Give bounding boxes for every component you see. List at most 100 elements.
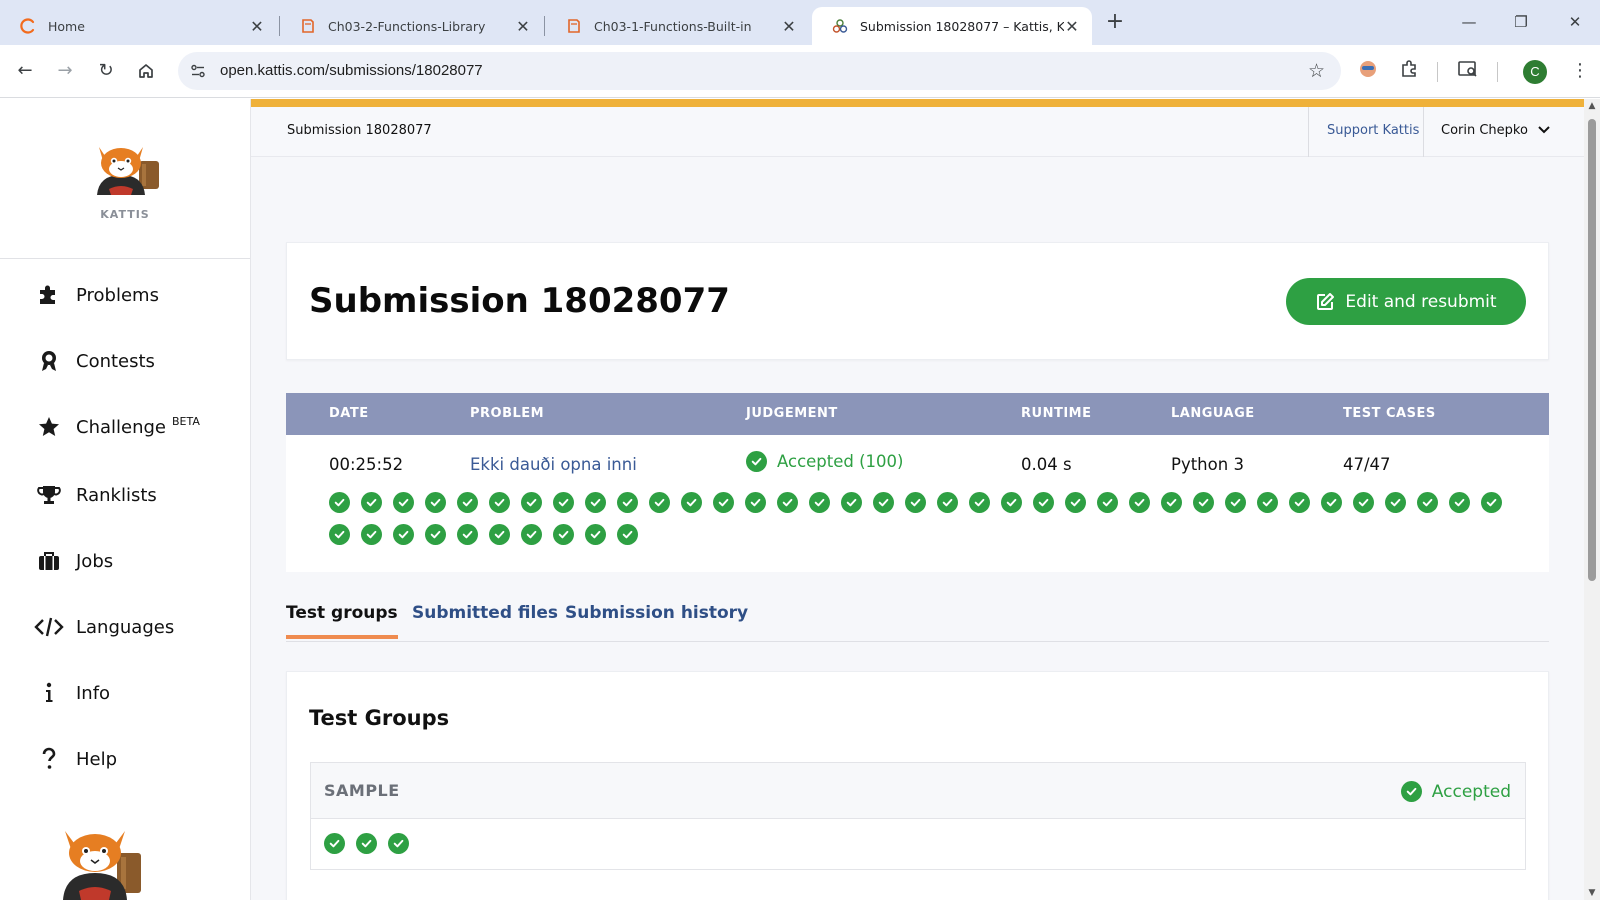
test-case-check-icon[interactable]	[361, 492, 382, 513]
home-icon[interactable]	[133, 58, 159, 84]
test-case-check-icon[interactable]	[553, 524, 574, 545]
test-case-check-icon[interactable]	[809, 492, 830, 513]
more-menu-icon[interactable]: ⋮	[1568, 59, 1592, 83]
new-tab-button[interactable]: +	[1103, 11, 1127, 35]
sidebar-item-jobs[interactable]: Jobs	[34, 545, 113, 577]
test-case-check-icon[interactable]	[585, 524, 606, 545]
brand[interactable]: KATTIS	[0, 99, 250, 259]
test-case-check-icon[interactable]	[324, 833, 345, 854]
page-scrollbar[interactable]: ▲ ▼	[1584, 99, 1600, 900]
test-case-check-icon[interactable]	[1353, 492, 1374, 513]
scroll-up-icon[interactable]: ▲	[1587, 101, 1597, 111]
test-case-check-icon[interactable]	[1385, 492, 1406, 513]
browser-tab-submission[interactable]: Submission 18028077 – Kattis, Kattis ✕	[812, 7, 1092, 45]
test-case-check-icon[interactable]	[873, 492, 894, 513]
test-case-check-icon[interactable]	[521, 492, 542, 513]
sidebar-item-ranklists[interactable]: Ranklists	[34, 479, 157, 511]
test-case-check-icon[interactable]	[489, 492, 510, 513]
profile-avatar[interactable]: C	[1523, 60, 1547, 84]
test-case-check-icon[interactable]	[1193, 492, 1214, 513]
test-case-check-icon[interactable]	[649, 492, 670, 513]
tab-submission-history[interactable]: Submission history	[565, 603, 748, 635]
test-case-check-icon[interactable]	[329, 492, 350, 513]
test-case-check-icon[interactable]	[1161, 492, 1182, 513]
window-close-icon[interactable]: ✕	[1560, 8, 1590, 36]
minimize-icon[interactable]: —	[1454, 8, 1484, 36]
sidebar-item-contests[interactable]: Contests	[34, 345, 155, 377]
test-case-check-icon[interactable]	[1001, 492, 1022, 513]
test-case-check-icon[interactable]	[553, 492, 574, 513]
test-case-check-icon[interactable]	[777, 492, 798, 513]
browser-tab-ch03-2[interactable]: Ch03-2-Functions-Library ✕	[280, 7, 543, 45]
edit-and-resubmit-button[interactable]: Edit and resubmit	[1286, 278, 1526, 325]
test-case-check-icon[interactable]	[425, 524, 446, 545]
scroll-down-icon[interactable]: ▼	[1587, 888, 1597, 898]
sidebar-item-challenge[interactable]: Challenge BETA	[34, 411, 200, 443]
test-case-check-icon[interactable]	[1321, 492, 1342, 513]
sidebar-item-label: Ranklists	[76, 484, 157, 506]
test-case-check-icon[interactable]	[329, 524, 350, 545]
browser-tab-ch03-1[interactable]: Ch03-1-Functions-Built-in ✕	[546, 7, 809, 45]
back-icon[interactable]: ←	[12, 58, 38, 84]
support-kattis-link[interactable]: Support Kattis	[1327, 123, 1419, 138]
test-group-name: SAMPLE	[324, 781, 400, 800]
test-case-check-icon[interactable]	[617, 524, 638, 545]
test-case-check-icon[interactable]	[1481, 492, 1502, 513]
address-bar[interactable]: open.kattis.com/submissions/18028077 ☆	[178, 52, 1341, 90]
book-icon	[566, 18, 582, 34]
test-case-check-icon[interactable]	[356, 833, 377, 854]
test-case-check-icon[interactable]	[1225, 492, 1246, 513]
test-case-check-icon[interactable]	[745, 492, 766, 513]
test-case-check-icon[interactable]	[1449, 492, 1470, 513]
test-case-check-icon[interactable]	[969, 492, 990, 513]
test-case-check-icon[interactable]	[937, 492, 958, 513]
close-tab-icon[interactable]: ✕	[249, 17, 265, 36]
problem-link[interactable]: Ekki dauði opna inni	[470, 455, 637, 474]
test-case-check-icon[interactable]	[1097, 492, 1118, 513]
test-case-check-icon[interactable]	[1289, 492, 1310, 513]
restore-icon[interactable]: ❐	[1506, 8, 1536, 36]
site-settings-icon[interactable]	[190, 63, 206, 79]
test-case-check-icon[interactable]	[361, 524, 382, 545]
sidebar-item-info[interactable]: Info	[34, 677, 110, 709]
browser-tab-home[interactable]: Home ✕	[0, 7, 277, 45]
close-tab-icon[interactable]: ✕	[1064, 17, 1080, 36]
tab-test-groups[interactable]: Test groups	[286, 603, 398, 639]
test-case-check-icon[interactable]	[1129, 492, 1150, 513]
tab-search-icon[interactable]	[1456, 59, 1480, 83]
bookmark-star-icon[interactable]: ☆	[1308, 60, 1325, 82]
extensions-puzzle-icon[interactable]	[1397, 59, 1421, 83]
extension-avatar-icon[interactable]	[1356, 59, 1380, 83]
test-case-check-icon[interactable]	[585, 492, 606, 513]
sidebar-item-help[interactable]: Help	[34, 743, 117, 775]
test-case-check-icon[interactable]	[617, 492, 638, 513]
forward-icon[interactable]: →	[52, 58, 78, 84]
reload-icon[interactable]: ↻	[93, 58, 119, 84]
test-case-check-icon[interactable]	[457, 492, 478, 513]
test-case-check-icon[interactable]	[425, 492, 446, 513]
test-case-check-icon[interactable]	[393, 524, 414, 545]
test-case-check-icon[interactable]	[1257, 492, 1278, 513]
toolbar-separator	[1437, 62, 1438, 82]
trophy-icon	[34, 483, 64, 507]
test-case-check-icon[interactable]	[713, 492, 734, 513]
test-case-check-icon[interactable]	[489, 524, 510, 545]
scrollbar-thumb[interactable]	[1588, 119, 1596, 581]
test-case-check-icon[interactable]	[457, 524, 478, 545]
test-case-check-icon[interactable]	[841, 492, 862, 513]
test-case-check-icon[interactable]	[905, 492, 926, 513]
test-case-check-icon[interactable]	[681, 492, 702, 513]
test-case-check-icon[interactable]	[1033, 492, 1054, 513]
test-case-check-icon[interactable]	[388, 833, 409, 854]
test-case-check-icon[interactable]	[393, 492, 414, 513]
chevron-down-icon[interactable]	[1535, 121, 1553, 139]
user-menu[interactable]: Corin Chepko	[1441, 123, 1528, 138]
close-tab-icon[interactable]: ✕	[515, 17, 531, 36]
test-case-check-icon[interactable]	[1417, 492, 1438, 513]
test-case-check-icon[interactable]	[521, 524, 542, 545]
sidebar-item-languages[interactable]: Languages	[34, 611, 174, 643]
tab-submitted-files[interactable]: Submitted files	[412, 603, 558, 635]
sidebar-item-problems[interactable]: Problems	[34, 279, 159, 311]
test-case-check-icon[interactable]	[1065, 492, 1086, 513]
close-tab-icon[interactable]: ✕	[781, 17, 797, 36]
